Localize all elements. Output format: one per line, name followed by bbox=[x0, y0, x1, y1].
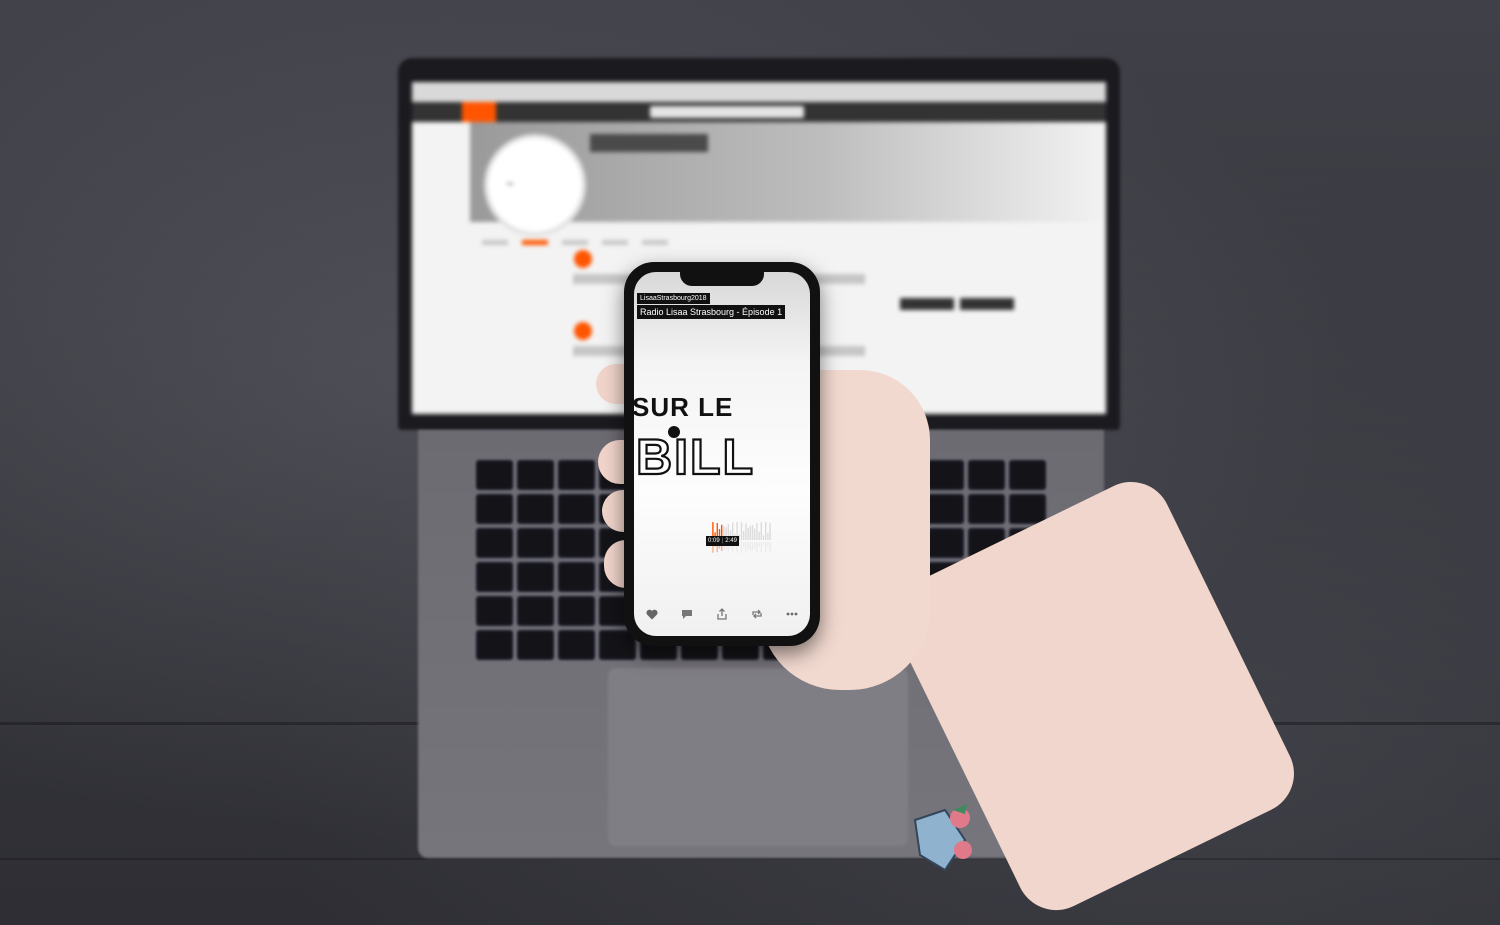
waveform-bar-reflection bbox=[767, 542, 769, 547]
site-logo bbox=[462, 102, 496, 122]
more-icon[interactable] bbox=[784, 607, 800, 621]
waveform-bar-reflection bbox=[760, 542, 762, 553]
profile-avatar: ~ bbox=[484, 134, 586, 236]
waveform-bar bbox=[758, 531, 760, 540]
profile-name bbox=[590, 134, 708, 152]
site-search-input bbox=[650, 106, 804, 118]
track-actions bbox=[634, 606, 810, 622]
browser-tab-bar bbox=[412, 82, 1106, 102]
time-display: 0:09 | 2:49 bbox=[706, 536, 739, 546]
play-icon bbox=[574, 322, 592, 340]
waveform-bar-reflection bbox=[754, 542, 756, 549]
waveform-bar-reflection bbox=[756, 542, 758, 553]
comment-icon[interactable] bbox=[679, 607, 695, 621]
waveform-bar-reflection bbox=[751, 542, 754, 551]
waveform-bar bbox=[756, 523, 758, 540]
phone-notch bbox=[680, 272, 764, 286]
tattoo bbox=[913, 804, 972, 872]
repost-icon[interactable] bbox=[749, 607, 765, 621]
site-nav-bar bbox=[412, 102, 1106, 122]
duration-time: 2:49 bbox=[725, 538, 737, 544]
waveform-bar bbox=[749, 525, 751, 540]
track-artwork bbox=[492, 330, 562, 360]
profile-tabs bbox=[482, 232, 1082, 245]
elapsed-time: 0:09 bbox=[708, 538, 720, 544]
waveform-bar-reflection bbox=[747, 542, 749, 550]
waveform-bar bbox=[740, 522, 743, 540]
phone-screen: LisaaStrasbourg2018 Radio Lisaa Strasbou… bbox=[634, 272, 810, 636]
track-artwork bbox=[492, 258, 562, 288]
share-icon[interactable] bbox=[714, 607, 730, 621]
artist-name[interactable]: LisaaStrasbourg2018 bbox=[637, 293, 710, 304]
artwork-text-line1: SUR LE bbox=[634, 392, 734, 422]
trackpad bbox=[608, 668, 908, 846]
waveform-bar-reflection bbox=[769, 542, 771, 553]
waveform-bar bbox=[751, 525, 754, 540]
waveform-bar-reflection bbox=[743, 542, 745, 548]
track-title[interactable]: Radio Lisaa Strasbourg - Épisode 1 bbox=[637, 305, 786, 319]
waveform-bar-reflection bbox=[745, 542, 747, 552]
heart-icon[interactable] bbox=[644, 607, 660, 621]
waveform-bar bbox=[747, 527, 749, 540]
waveform-bar bbox=[762, 535, 765, 540]
waveform-bar-reflection bbox=[749, 542, 751, 551]
waveform-bar bbox=[743, 530, 745, 540]
waveform-bar-reflection bbox=[740, 542, 743, 553]
waveform-bar bbox=[754, 528, 756, 540]
artwork-billboard-graphic: BILL bbox=[635, 426, 755, 486]
waveform-bar-reflection bbox=[758, 542, 760, 547]
play-icon bbox=[574, 250, 592, 268]
waveform-bar bbox=[769, 522, 771, 540]
tile-seam bbox=[0, 858, 1500, 860]
waveform-bar-reflection bbox=[762, 542, 765, 545]
waveform-bar bbox=[767, 532, 769, 540]
waveform-bar bbox=[745, 523, 747, 540]
avatar-logo: ~ bbox=[506, 176, 514, 191]
waveform-bar-reflection bbox=[765, 542, 767, 553]
artwork-text-line2: BILL bbox=[636, 429, 755, 485]
follow-buttons bbox=[900, 297, 1020, 311]
waveform-bar bbox=[765, 522, 767, 540]
waveform-bar bbox=[760, 522, 762, 540]
